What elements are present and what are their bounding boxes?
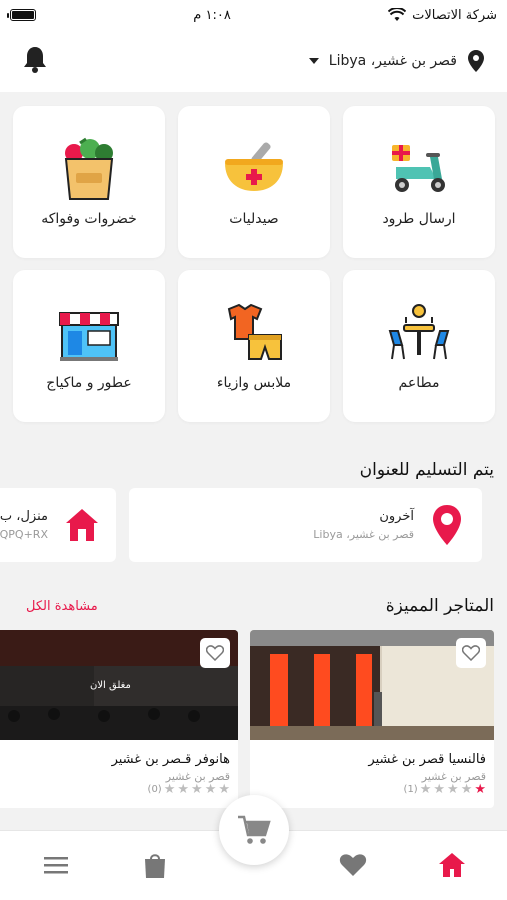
address-list[interactable]: آخرون قصر بن غشير، Libya منزل، ب QPQ+RX xyxy=(0,488,507,562)
star-icon: ★ xyxy=(191,782,203,797)
view-all-link[interactable]: مشاهدة الكل xyxy=(26,599,98,614)
tab-home[interactable] xyxy=(436,849,468,881)
star-icon: ★ xyxy=(204,782,217,797)
category-restaurants[interactable]: مطاعم xyxy=(343,270,495,422)
rating-count: (1) xyxy=(403,784,418,795)
bag-icon xyxy=(145,854,165,878)
heart-icon xyxy=(339,854,367,876)
star-icon: ★ xyxy=(474,782,486,797)
store-card-hannover[interactable]: مغلق الان هانوفر قـصر بن غشير قصر بن غشي… xyxy=(0,630,238,808)
wifi-icon xyxy=(388,8,407,21)
category-label: ملابس وازياء xyxy=(216,375,292,391)
cart-button[interactable] xyxy=(219,795,289,865)
heart-outline-icon xyxy=(206,645,224,661)
favorite-button[interactable] xyxy=(456,638,486,668)
category-label: مطاعم xyxy=(398,375,440,391)
star-icon: ★ xyxy=(447,782,459,797)
rating-count: (0) xyxy=(147,784,162,795)
menu-icon xyxy=(44,857,68,874)
category-groceries[interactable]: خضروات وفواكه xyxy=(13,106,165,258)
store-rating: (1) ★ ★ ★ ★ ★ xyxy=(404,783,486,796)
star-icon: ★ xyxy=(419,782,432,797)
home-icon xyxy=(439,853,465,877)
category-clothes[interactable]: ملابس وازياء xyxy=(178,270,330,422)
star-icon: ★ xyxy=(163,782,176,797)
restaurant-table-icon xyxy=(388,304,450,360)
category-parcel[interactable]: ارسال طرود xyxy=(343,106,495,258)
favorite-button[interactable] xyxy=(200,638,230,668)
store-rating: (0) ★ ★ ★ ★ ★ xyxy=(148,783,230,796)
store-name: هانوفر قـصر بن غشير xyxy=(111,752,230,767)
pharmacy-bowl-icon xyxy=(225,142,283,191)
address-card-home[interactable]: منزل، ب QPQ+RX xyxy=(0,488,116,562)
battery-icon xyxy=(7,9,36,21)
star-icon: ★ xyxy=(433,782,446,797)
address-detail: QPQ+RX xyxy=(0,528,48,541)
grocery-bag-icon xyxy=(64,137,114,200)
featured-section-title: المتاجر المميزة xyxy=(385,596,494,616)
map-pin-icon xyxy=(433,505,461,545)
cart-icon xyxy=(238,815,271,844)
store-card-valencia[interactable]: فالنسيا قصر بن غشير قصر بن غشير (1) ★ ★ … xyxy=(250,630,494,808)
category-label: ارسال طرود xyxy=(382,211,456,227)
star-icon: ★ xyxy=(177,782,190,797)
category-label: صيدليات xyxy=(229,211,279,227)
location-pin-icon xyxy=(468,50,484,72)
category-label: عطور و ماكياج xyxy=(46,375,132,391)
clothes-icon xyxy=(227,303,282,360)
address-name: آخرون xyxy=(379,509,414,524)
storefront-icon xyxy=(59,312,119,361)
category-pharmacy[interactable]: صيدليات xyxy=(178,106,330,258)
bell-icon[interactable] xyxy=(22,45,48,77)
chevron-down-icon xyxy=(308,58,319,64)
tab-favorites[interactable] xyxy=(337,849,369,881)
star-icon: ★ xyxy=(218,782,230,797)
tab-menu[interactable] xyxy=(40,849,72,881)
star-icon: ★ xyxy=(460,782,473,797)
location-selector[interactable]: قصر بن غشير، Libya xyxy=(308,50,485,72)
closed-label: مغلق الان xyxy=(90,680,131,691)
category-grid: ارسال طرود صيدليات خضروات وفواكه مطاعم م… xyxy=(13,106,495,422)
category-perfume[interactable]: عطور و ماكياج xyxy=(13,270,165,422)
location-bar: قصر بن غشير، Libya xyxy=(0,30,507,92)
heart-outline-icon xyxy=(462,645,480,661)
carrier-name: شركة الاتصالات xyxy=(412,7,497,23)
delivery-scooter-icon xyxy=(392,145,445,192)
category-label: خضروات وفواكه xyxy=(41,211,137,227)
address-name: منزل، ب xyxy=(0,509,48,524)
status-time: ١:٠٨ م xyxy=(193,7,231,23)
location-text: قصر بن غشير، Libya xyxy=(328,53,457,69)
status-bar: ١:٠٨ م شركة الاتصالات xyxy=(0,0,507,30)
address-detail: قصر بن غشير، Libya xyxy=(313,528,414,541)
delivery-section-title: يتم التسليم للعنوان xyxy=(359,460,494,480)
address-card-other[interactable]: آخرون قصر بن غشير، Libya xyxy=(129,488,482,562)
tab-orders[interactable] xyxy=(139,849,171,881)
featured-stores-list: فالنسيا قصر بن غشير قصر بن غشير (1) ★ ★ … xyxy=(0,630,507,810)
store-name: فالنسيا قصر بن غشير xyxy=(368,752,486,767)
home-icon xyxy=(66,509,98,541)
